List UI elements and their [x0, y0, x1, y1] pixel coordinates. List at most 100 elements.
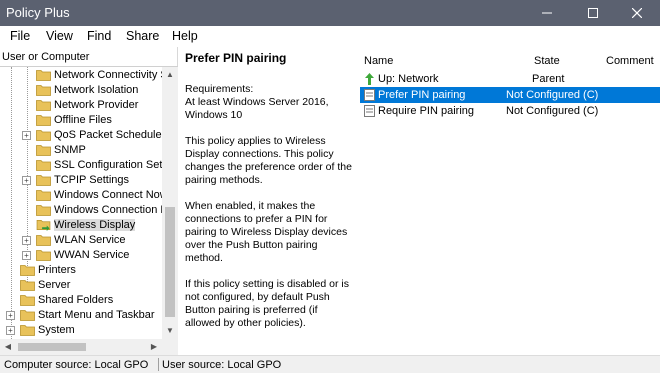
policy-requirements: Requirements: At least Windows Server 20…	[185, 83, 329, 121]
policy-title: Prefer PIN pairing	[185, 51, 287, 65]
tree-item-label: Windows Connect Now	[54, 189, 162, 201]
tree-item[interactable]: + QoS Packet Scheduler	[0, 128, 162, 143]
tree-item[interactable]: SNMP	[0, 143, 162, 158]
scroll-down-icon[interactable]: ▼	[162, 323, 178, 339]
tree-item[interactable]: Windows Connection M	[0, 203, 162, 218]
category-tree[interactable]: Network Connectivity S Network Isolation N…	[0, 67, 162, 339]
scroll-right-icon[interactable]: ▶	[146, 339, 162, 355]
policy-name: Prefer PIN pairing	[378, 89, 466, 101]
expand-icon[interactable]: +	[22, 236, 31, 245]
policy-list: Name State Comment Up: Network Parent Pr…	[360, 47, 660, 355]
list-row-up[interactable]: Up: Network Parent	[360, 71, 660, 87]
menu-bar: File View Find Share Help	[0, 26, 660, 47]
folder-icon	[36, 160, 51, 171]
scroll-thumb[interactable]	[165, 207, 175, 317]
tree-header[interactable]: User or Computer	[0, 47, 178, 67]
user-source-status[interactable]: User source: Local GPO	[162, 359, 281, 371]
tree-item[interactable]: Shared Folders	[0, 293, 162, 308]
folder-icon	[36, 190, 51, 201]
tree-item-label: Offline Files	[54, 114, 112, 126]
folder-icon	[36, 145, 51, 156]
tree-item[interactable]: Printers	[0, 263, 162, 278]
scroll-up-icon[interactable]: ▲	[162, 67, 178, 83]
column-header-state[interactable]: State	[534, 55, 560, 67]
tree-item-label: SSL Configuration Setti	[54, 159, 162, 171]
folder-icon	[36, 85, 51, 96]
list-row-policy[interactable]: Require PIN pairing Not Configured (C)	[360, 103, 660, 119]
tree-item[interactable]: + WWAN Service	[0, 248, 162, 263]
folder-icon	[20, 295, 35, 306]
scrollbar-corner	[162, 339, 178, 355]
category-pane: User or Computer Network Connectivity SN…	[0, 47, 178, 355]
list-row-policy[interactable]: Prefer PIN pairing Not Configured (C)	[360, 87, 660, 103]
policy-state: Not Configured (C)	[506, 105, 599, 117]
tree-item[interactable]: Network Connectivity S	[0, 68, 162, 83]
tree-item[interactable]: Server	[0, 278, 162, 293]
tree-item-label: Shared Folders	[38, 294, 114, 306]
maximize-icon	[588, 8, 598, 18]
tree-item[interactable]: SSL Configuration Setti	[0, 158, 162, 173]
menu-file[interactable]: File	[10, 29, 30, 43]
tree-item-label: Printers	[38, 264, 76, 276]
minimize-icon	[542, 12, 552, 14]
expand-icon[interactable]: +	[22, 251, 31, 260]
policy-description-pane: Prefer PIN pairing Requirements: At leas…	[179, 47, 359, 355]
scroll-thumb[interactable]	[18, 343, 86, 351]
policy-description-text: When enabled, it makes the connections t…	[185, 200, 348, 264]
policy-icon	[364, 89, 375, 101]
tree-item-label: Server	[38, 279, 71, 291]
expand-icon[interactable]: +	[22, 131, 31, 140]
menu-find[interactable]: Find	[87, 29, 111, 43]
folder-icon	[36, 100, 51, 111]
up-arrow-icon	[365, 73, 374, 85]
scroll-left-icon[interactable]: ◀	[0, 339, 16, 355]
policy-description-text: This policy applies to Wireless Display …	[185, 135, 352, 186]
tree-horizontal-scrollbar[interactable]: ◀ ▶	[0, 339, 162, 355]
tree-header-label: User or Computer	[2, 51, 90, 63]
tree-item[interactable]: Windows Connect Now	[0, 188, 162, 203]
menu-share[interactable]: Share	[126, 29, 159, 43]
policy-name: Require PIN pairing	[378, 105, 474, 117]
tree-item-label: WWAN Service	[54, 249, 130, 261]
title-bar: Policy Plus	[0, 0, 660, 26]
menu-view[interactable]: View	[46, 29, 73, 43]
tree-item-label: Network Connectivity S	[54, 69, 162, 81]
tree-vertical-scrollbar[interactable]: ▲ ▼	[162, 67, 178, 339]
tree-item-label: Windows Connection M	[54, 204, 162, 216]
folder-icon	[36, 250, 51, 261]
folder-icon	[20, 265, 35, 276]
tree-item-label: Network Provider	[54, 99, 139, 111]
tree-item-label: Network Isolation	[54, 84, 139, 96]
policy-state: Not Configured (C)	[506, 89, 599, 101]
folder-icon	[20, 310, 35, 321]
column-header-name[interactable]: Name	[364, 55, 393, 67]
expand-icon[interactable]: +	[22, 176, 31, 185]
expand-icon[interactable]: +	[6, 311, 15, 320]
close-button[interactable]	[614, 0, 660, 26]
folder-icon	[20, 325, 35, 336]
computer-source-status[interactable]: Computer source: Local GPO	[4, 359, 148, 371]
expand-icon[interactable]: +	[6, 326, 15, 335]
tree-item[interactable]: + TCPIP Settings	[0, 173, 162, 188]
folder-icon	[36, 175, 51, 186]
folder-icon	[36, 205, 51, 216]
menu-help[interactable]: Help	[172, 29, 198, 43]
policy-description-text: If this policy setting is disabled or is…	[185, 278, 349, 329]
tree-item[interactable]: + Start Menu and Taskbar	[0, 308, 162, 323]
tree-item-label: SNMP	[54, 144, 86, 156]
maximize-button[interactable]	[570, 0, 616, 26]
tree-item[interactable]: + WLAN Service	[0, 233, 162, 248]
tree-item[interactable]: Offline Files	[0, 113, 162, 128]
tree-item-label: WLAN Service	[54, 234, 126, 246]
close-icon	[632, 8, 642, 18]
minimize-button[interactable]	[524, 0, 570, 26]
tree-item[interactable]: Network Isolation	[0, 83, 162, 98]
column-header-comment[interactable]: Comment	[606, 55, 654, 67]
tree-item[interactable]: Network Provider	[0, 98, 162, 113]
tree-item[interactable]: Wireless Display	[0, 218, 162, 233]
folder-icon	[20, 280, 35, 291]
tree-item[interactable]: + System	[0, 323, 162, 338]
policy-state: Parent	[532, 73, 565, 85]
tree-item-label: Start Menu and Taskbar	[38, 309, 155, 321]
tree-item-label: System	[38, 324, 75, 336]
